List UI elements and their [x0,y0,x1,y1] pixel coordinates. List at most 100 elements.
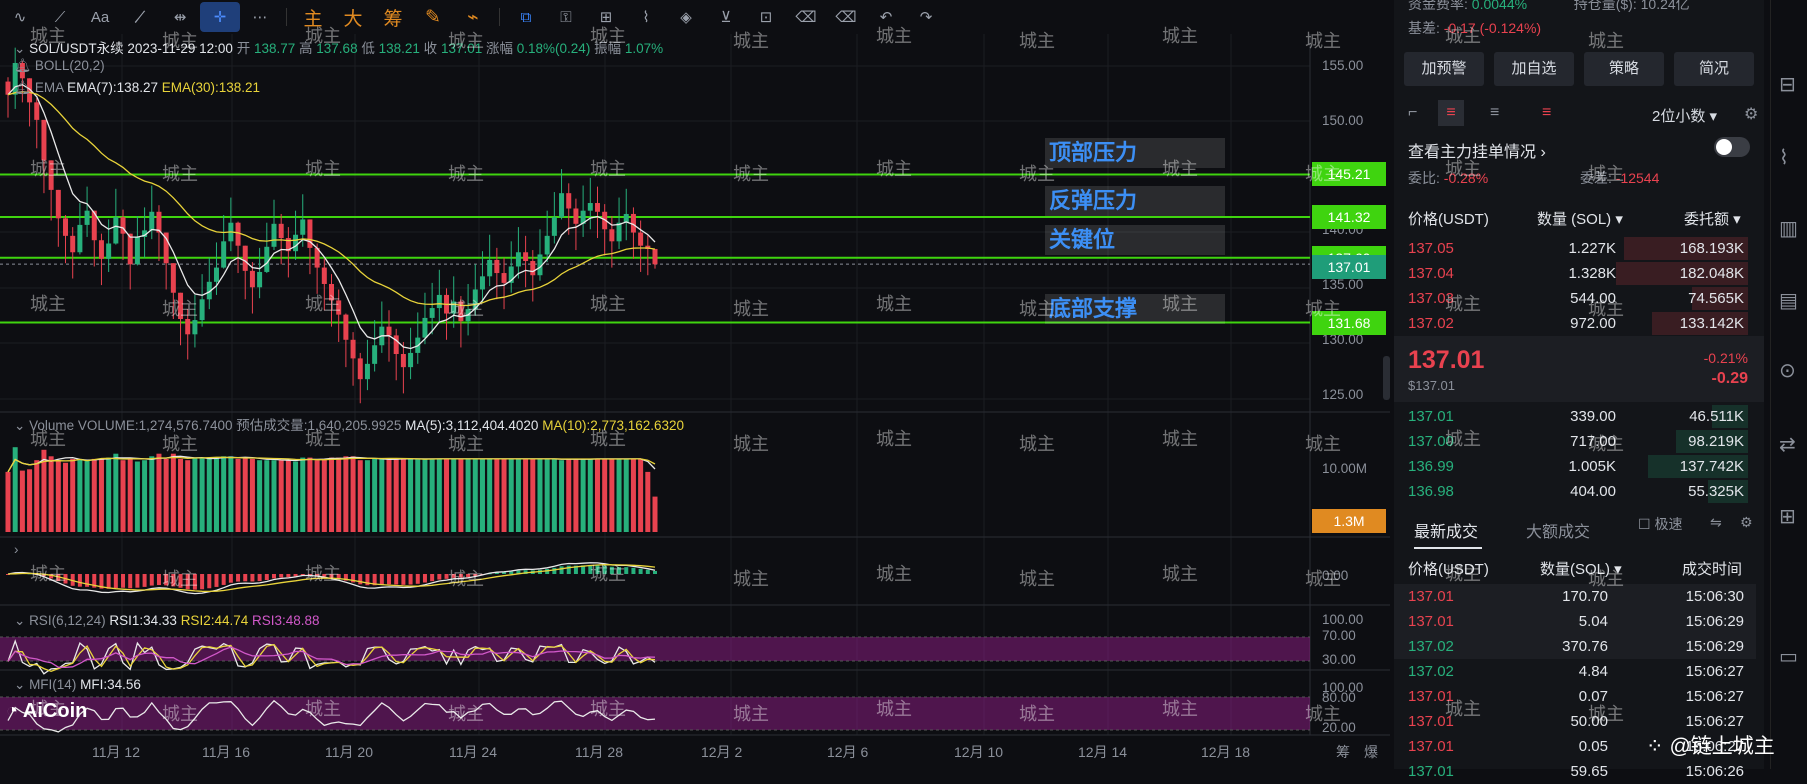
undo-icon[interactable]: ↶ [866,2,906,32]
book-icon[interactable]: ⊞ [1779,504,1796,529]
date-axis-label: 12月 18 [1201,744,1251,760]
orderbook-mode-icon[interactable]: ≡ [1438,100,1464,126]
tab-large-trades[interactable]: 大额成交 [1526,518,1590,542]
buy-mode-icon[interactable]: ≡ [1490,104,1499,122]
expand-icon[interactable]: › [14,542,19,557]
macd-histogram-bar [243,574,248,582]
candle-body [98,240,104,259]
panel-resize-handle[interactable] [1383,356,1390,400]
crosshair-icon[interactable]: ✛ [200,2,240,32]
chips-toggle[interactable]: 筹 [1336,742,1350,762]
boll-label[interactable]: BOLL(20,2) [35,58,105,73]
bell-icon[interactable]: 🔔︎ [14,58,35,73]
layout-icon[interactable]: ⧉ [506,2,546,32]
lock-icon[interactable]: ◈ [666,2,706,32]
trade-row: 137.01 0.07 15:06:27 [1408,688,1744,705]
depth-icon[interactable]: ⌐ [1408,104,1417,122]
macd-collapse[interactable]: › [14,542,19,557]
magnet-icon[interactable]: ⊡ [746,2,786,32]
tab-main[interactable]: 主 [293,2,333,32]
candle-body [257,271,263,288]
volume-bar [113,453,119,532]
ask-row[interactable]: 137.02 972.00 133.142K [1394,311,1756,336]
draw-pen-icon[interactable]: ✎ [413,2,453,32]
bell-icon[interactable]: 🔔︎ [14,80,35,95]
candle-body [278,223,284,239]
bid-row[interactable]: 137.00 717.00 98.219K [1394,429,1756,454]
filter-icon[interactable]: ⌫ [786,2,826,32]
sell-mode-icon[interactable]: ≡ [1542,104,1551,122]
date-axis-label: 12月 6 [827,744,869,760]
candle-body [573,208,579,224]
main-orders-link[interactable]: 查看主力挂单情况 › [1408,138,1546,162]
tab-chips[interactable]: 筹 [373,2,413,32]
ask-row[interactable]: 137.03 544.00 74.565K [1394,286,1756,311]
bid-row[interactable]: 136.98 404.00 55.325K [1394,479,1756,504]
decimal-select[interactable]: 2位小数 ▾ [1652,105,1717,126]
last-price-usd: $137.01 [1408,378,1455,393]
volume-bar [544,458,550,532]
collapse-icon[interactable]: ⌄ [14,677,29,692]
filter-icon[interactable]: ⇋ [1710,514,1722,531]
macd-histogram-bar [178,574,183,588]
collapse-icon[interactable]: ⌄ [14,41,29,56]
brush-icon[interactable]: ⌁ [453,2,493,32]
robot-icon[interactable]: ⊙ [1779,358,1796,383]
candle-body [350,339,356,359]
tab-large[interactable]: 大 [333,2,373,32]
candle-body [329,283,334,301]
candle-body [587,203,593,211]
candle-body [408,352,414,368]
liquidation-toggle[interactable]: 爆 [1364,742,1378,762]
macd-histogram-bar [559,566,564,574]
eraser-icon[interactable]: ⊞ [586,2,626,32]
bid-row[interactable]: 136.99 1.005K 137.742K [1394,454,1756,479]
fast-mode-checkbox[interactable]: ☐ 极速 [1638,514,1682,534]
data-icon[interactable]: ▤ [1779,288,1798,313]
indicator-icon[interactable]: ∿ [0,2,40,32]
ask-row[interactable]: 137.04 1.328K 182.048K [1394,261,1756,286]
collapse-icon[interactable]: ⌄ [14,613,29,628]
chart-canvas[interactable] [0,0,1390,769]
volume-info-line: ⌄ Volume VOLUME:1,274,576.7400 预估成交量:1,6… [14,414,684,434]
ruler-icon[interactable]: ⚿ [546,2,586,32]
ma10-value: MA(10):2,773,162.6320 [542,418,685,433]
measure-icon[interactable]: ⇹ [160,2,200,32]
brief-button[interactable]: 简况 [1674,52,1754,86]
candle-body [84,210,90,225]
main-orders-toggle[interactable] [1714,137,1750,157]
annotation-bottom-support[interactable]: 底部支撑 [1045,294,1225,324]
annotation-rebound-resistance[interactable]: 反弹压力 [1045,186,1225,216]
note-icon[interactable]: ⊻ [706,2,746,32]
delete-icon[interactable]: ⌫ [826,2,866,32]
collapse-icon[interactable]: ⌄ [14,418,29,433]
ray-tool-icon[interactable]: ⟋̸ [120,2,160,32]
exchange-icon[interactable]: ⇄ [1779,432,1796,457]
chart-area[interactable]: ∿ ⟋ Aa ⟋̸ ⇹ ✛ ⋯ 主 大 筹 ✎ ⌁ ⧉ ⚿ ⊞ ⌇ ◈ ⊻ ⊡ … [0,0,1390,769]
window-icon[interactable]: ▭ [1779,644,1798,669]
macd-histogram-bar [444,574,449,579]
annotation-top-resistance[interactable]: 顶部压力 [1045,138,1225,168]
trend-icon[interactable]: ⌇ [1779,145,1789,170]
bid-row[interactable]: 137.01 339.00 46.511K [1394,404,1756,429]
volume-bar [278,460,284,532]
more-icon[interactable]: ⋯ [240,2,280,32]
rsi1-value: RSI1:34.33 [109,613,177,628]
compare-icon[interactable]: ⌇ [626,2,666,32]
price-alert-button[interactable]: 加预警 [1404,52,1484,86]
settings-icon[interactable]: ⚙ [1740,514,1753,531]
text-tool-icon[interactable]: Aa [80,2,120,32]
ema-label[interactable]: EMA [35,80,64,95]
annotation-key-level[interactable]: 关键位 [1045,225,1225,255]
ask-row[interactable]: 137.05 1.227K 168.193K [1394,236,1756,261]
tab-latest-trades[interactable]: 最新成交 [1414,518,1478,542]
volume-bar [400,458,406,532]
settings-icon[interactable]: ⚙ [1744,104,1758,124]
trend-line-icon[interactable]: ⟋ [40,2,80,32]
strategy-button[interactable]: 策略 [1584,52,1664,86]
add-watchlist-button[interactable]: 加自选 [1494,52,1574,86]
bar-icon[interactable]: ▥ [1779,216,1798,241]
redo-icon[interactable]: ↷ [906,2,946,32]
open-label: 开 [236,41,251,56]
chart-icon[interactable]: ⊟ [1779,72,1796,97]
